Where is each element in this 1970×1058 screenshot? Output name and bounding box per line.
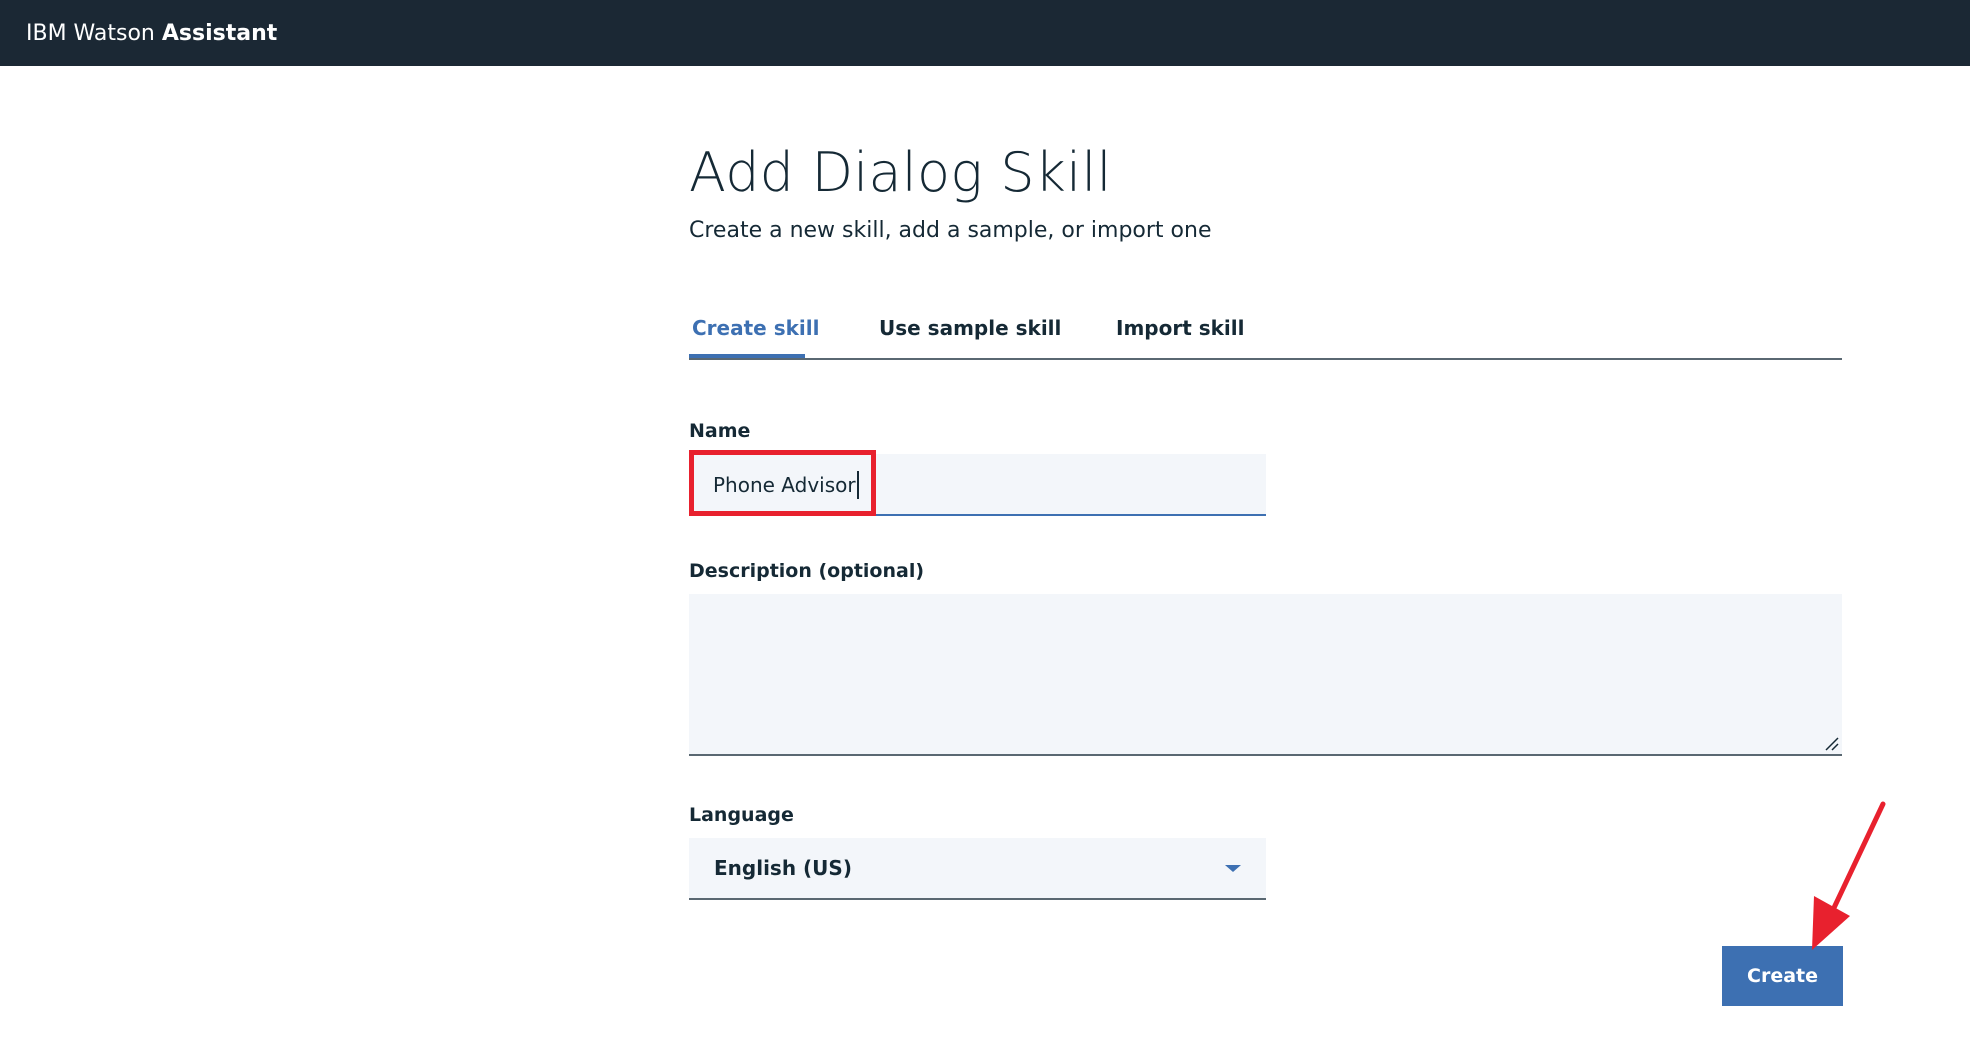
active-tab-indicator	[689, 354, 805, 358]
app-header: IBM Watson Assistant	[0, 0, 1970, 66]
language-select[interactable]: English (US)	[689, 838, 1266, 900]
page-title: Add Dialog Skill	[689, 141, 1112, 204]
name-label: Name	[689, 420, 751, 442]
tab-import-skill[interactable]: Import skill	[1116, 314, 1245, 342]
tab-use-sample-skill[interactable]: Use sample skill	[879, 314, 1061, 342]
description-label: Description (optional)	[689, 560, 925, 582]
create-button[interactable]: Create	[1722, 946, 1843, 1006]
resize-handle-icon[interactable]	[1823, 735, 1839, 751]
text-cursor	[856, 471, 859, 499]
language-select-value: English (US)	[714, 856, 852, 880]
page-subtitle: Create a new skill, add a sample, or imp…	[689, 218, 1212, 243]
description-textarea[interactable]	[689, 594, 1842, 756]
product-name: Assistant	[161, 20, 278, 46]
tab-create-skill[interactable]: Create skill	[692, 314, 819, 342]
chevron-down-icon	[1225, 865, 1241, 872]
name-input[interactable]: Phone Advisor	[689, 454, 1266, 516]
skill-tabs: Create skill Use sample skill Import ski…	[689, 308, 1842, 360]
brand-name: IBM Watson	[26, 20, 155, 46]
red-arrow-icon	[1812, 801, 1886, 950]
name-input-value: Phone Advisor	[713, 473, 856, 497]
language-label: Language	[689, 804, 794, 826]
